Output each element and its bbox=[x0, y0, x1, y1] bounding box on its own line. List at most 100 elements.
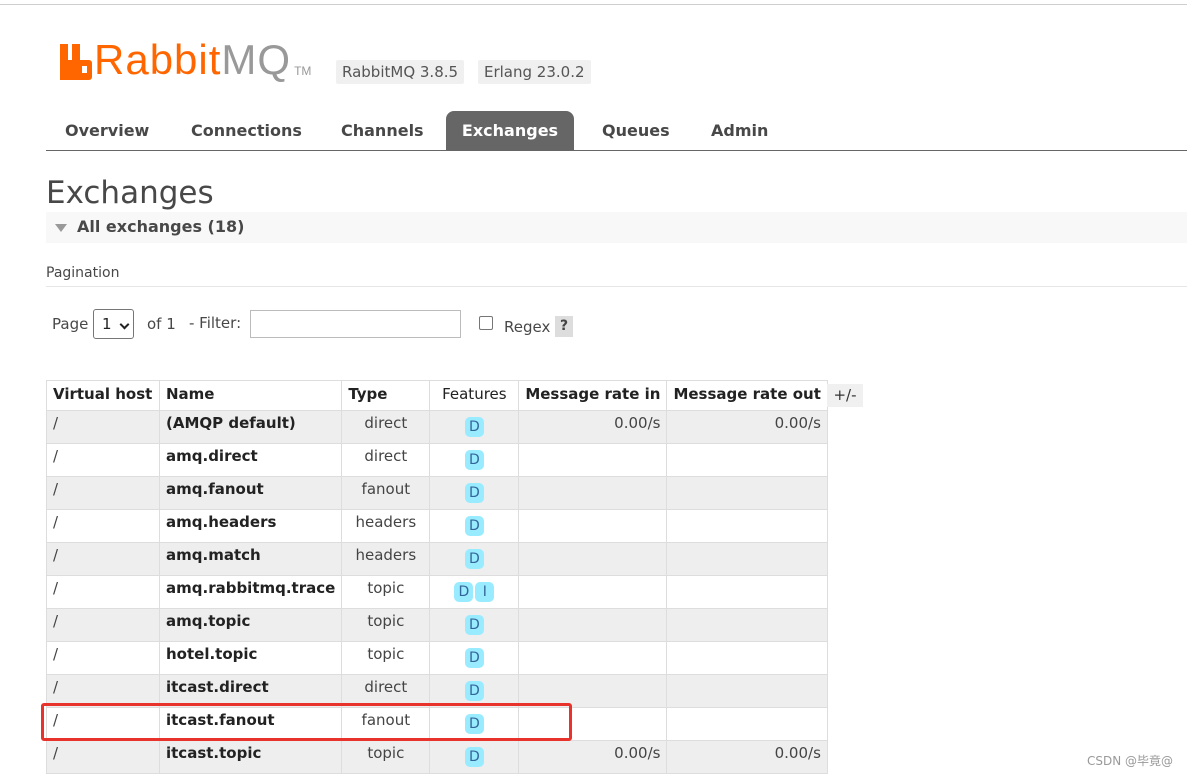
cell-message-rate-out: 0.00/s bbox=[666, 410, 828, 444]
cell-features: D bbox=[429, 443, 520, 477]
cell-message-rate-out: 0.00/s bbox=[666, 740, 828, 774]
cell-features: D bbox=[429, 410, 520, 444]
col-features: Features bbox=[429, 380, 520, 411]
cell-message-rate-out bbox=[666, 509, 828, 543]
durable-badge: D bbox=[464, 747, 484, 767]
cell-message-rate-in bbox=[518, 443, 668, 477]
col-name[interactable]: Name bbox=[158, 380, 343, 411]
rabbit-logo-icon bbox=[60, 44, 92, 80]
table-row[interactable]: / amq.headers headers D bbox=[46, 509, 828, 543]
cell-type: direct bbox=[341, 410, 431, 444]
page-select[interactable]: 1 bbox=[93, 309, 134, 339]
durable-badge: D bbox=[454, 582, 474, 602]
collapse-triangle-icon bbox=[55, 224, 67, 232]
cell-message-rate-in bbox=[518, 509, 668, 543]
col-type[interactable]: Type bbox=[341, 380, 431, 411]
cell-exchange-name-link[interactable]: hotel.topic bbox=[158, 641, 343, 675]
cell-virtual-host: / bbox=[46, 509, 160, 543]
page-count-label: of 1 bbox=[147, 315, 176, 333]
regex-checkbox[interactable] bbox=[479, 316, 493, 330]
durable-badge: D bbox=[464, 549, 484, 569]
table-header-row: Virtual host Name Type Features Message … bbox=[46, 380, 828, 411]
cell-exchange-name-link[interactable]: amq.rabbitmq.trace bbox=[158, 575, 343, 609]
cell-message-rate-out bbox=[666, 542, 828, 576]
tab-connections[interactable]: Connections bbox=[191, 111, 302, 150]
page-select-value: 1 bbox=[102, 315, 112, 333]
table-row[interactable]: / amq.match headers D bbox=[46, 542, 828, 576]
cell-message-rate-out bbox=[666, 641, 828, 675]
chevron-down-icon bbox=[119, 319, 130, 330]
cell-exchange-name-link[interactable]: amq.match bbox=[158, 542, 343, 576]
cell-virtual-host: / bbox=[46, 740, 160, 774]
tab-queues[interactable]: Queues bbox=[602, 111, 670, 150]
cell-exchange-name-link[interactable]: amq.fanout bbox=[158, 476, 343, 510]
cell-features: D bbox=[429, 509, 520, 543]
tab-overview[interactable]: Overview bbox=[65, 111, 149, 150]
cell-message-rate-out bbox=[666, 443, 828, 477]
cell-virtual-host: / bbox=[46, 641, 160, 675]
table-row[interactable]: / amq.fanout fanout D bbox=[46, 476, 828, 510]
tab-admin[interactable]: Admin bbox=[711, 111, 768, 150]
cell-message-rate-in bbox=[518, 608, 668, 642]
cell-exchange-name-link[interactable]: itcast.topic bbox=[158, 740, 343, 774]
cell-message-rate-out bbox=[666, 608, 828, 642]
internal-badge: I bbox=[475, 582, 495, 602]
cell-type: headers bbox=[341, 542, 431, 576]
top-border bbox=[0, 4, 1187, 5]
durable-badge: D bbox=[464, 417, 484, 437]
cell-features: D bbox=[429, 740, 520, 774]
table-row[interactable]: / amq.rabbitmq.trace topic D I bbox=[46, 575, 828, 609]
cell-virtual-host: / bbox=[46, 410, 160, 444]
columns-toggle-button[interactable]: +/- bbox=[827, 384, 863, 407]
cell-type: topic bbox=[341, 608, 431, 642]
cell-exchange-name-link[interactable]: amq.topic bbox=[158, 608, 343, 642]
table-row[interactable]: / hotel.topic topic D bbox=[46, 641, 828, 675]
cell-features: D bbox=[429, 641, 520, 675]
cell-type: topic bbox=[341, 641, 431, 675]
tab-channels[interactable]: Channels bbox=[341, 111, 424, 150]
filter-label: - Filter: bbox=[189, 314, 242, 332]
highlight-annotation-box bbox=[41, 703, 572, 741]
all-exchanges-section-header[interactable]: All exchanges (18) bbox=[46, 212, 1187, 243]
main-nav-tabs: Overview Connections Channels Exchanges … bbox=[46, 111, 1187, 151]
col-message-rate-out[interactable]: Message rate out bbox=[666, 380, 828, 411]
cell-message-rate-in bbox=[518, 641, 668, 675]
durable-badge: D bbox=[464, 681, 484, 701]
logo-wordmark: RabbitMQ bbox=[94, 36, 292, 83]
watermark: CSDN @毕竟@ bbox=[1086, 754, 1173, 768]
rabbitmq-logo[interactable]: RabbitMQ TM bbox=[60, 36, 312, 83]
table-row[interactable]: / amq.direct direct D bbox=[46, 443, 828, 477]
cell-virtual-host: / bbox=[46, 542, 160, 576]
table-row[interactable]: / amq.topic topic D bbox=[46, 608, 828, 642]
filter-input[interactable] bbox=[250, 310, 461, 338]
cell-virtual-host: / bbox=[46, 443, 160, 477]
cell-virtual-host: / bbox=[46, 575, 160, 609]
logo-trademark: TM bbox=[294, 64, 312, 78]
cell-virtual-host: / bbox=[46, 608, 160, 642]
cell-message-rate-out bbox=[666, 674, 828, 708]
durable-badge: D bbox=[464, 483, 484, 503]
cell-features: D bbox=[429, 608, 520, 642]
cell-type: fanout bbox=[341, 476, 431, 510]
section-title: All exchanges (18) bbox=[77, 217, 245, 236]
col-message-rate-in[interactable]: Message rate in bbox=[518, 380, 668, 411]
table-row[interactable]: / itcast.topic topic D 0.00/s 0.00/s bbox=[46, 740, 828, 774]
tab-exchanges[interactable]: Exchanges bbox=[446, 111, 574, 150]
cell-message-rate-in: 0.00/s bbox=[518, 410, 668, 444]
regex-help-button[interactable]: ? bbox=[555, 316, 573, 337]
pagination-divider bbox=[46, 286, 1187, 287]
cell-exchange-name-link[interactable]: amq.direct bbox=[158, 443, 343, 477]
durable-badge: D bbox=[464, 615, 484, 635]
cell-type: topic bbox=[341, 740, 431, 774]
col-virtual-host[interactable]: Virtual host bbox=[46, 380, 160, 411]
table-row[interactable]: / (AMQP default) direct D 0.00/s 0.00/s bbox=[46, 410, 828, 444]
cell-message-rate-out bbox=[666, 707, 828, 741]
cell-message-rate-in bbox=[518, 575, 668, 609]
cell-exchange-name-link[interactable]: amq.headers bbox=[158, 509, 343, 543]
cell-message-rate-out bbox=[666, 476, 828, 510]
page-label: Page bbox=[52, 315, 89, 333]
durable-badge: D bbox=[464, 648, 484, 668]
cell-message-rate-in: 0.00/s bbox=[518, 740, 668, 774]
cell-exchange-name-link[interactable]: (AMQP default) bbox=[158, 410, 343, 444]
cell-message-rate-in bbox=[518, 542, 668, 576]
